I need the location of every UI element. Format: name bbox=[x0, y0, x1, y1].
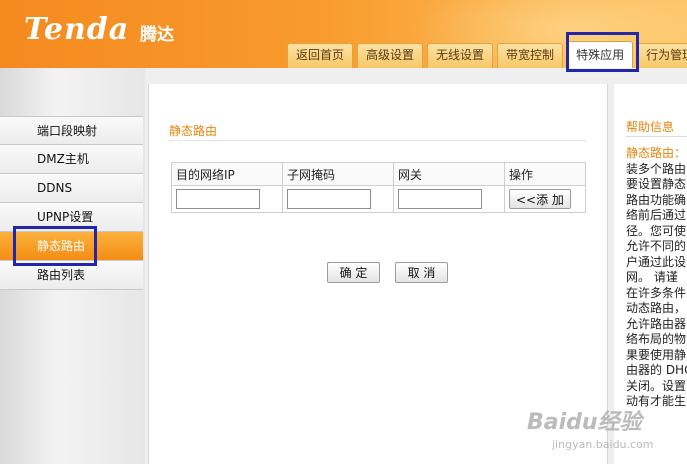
help-title: 帮助信息 bbox=[626, 120, 675, 134]
tab-home[interactable]: 返回首页 bbox=[287, 43, 354, 68]
form-actions: 确 定 取 消 bbox=[327, 262, 448, 283]
tab-wireless[interactable]: 无线设置 bbox=[427, 43, 494, 68]
help-line-10: 动态路由， bbox=[626, 301, 687, 315]
col-header-action: 操作 bbox=[504, 162, 586, 186]
help-line-11: 允许路由器 bbox=[626, 316, 687, 331]
help-line-5: 径。您可使 bbox=[626, 223, 687, 238]
help-line-6: 允许不同的 bbox=[626, 239, 687, 253]
page-title: 静态路由 bbox=[169, 124, 218, 138]
sidebar-highlight-box bbox=[13, 226, 97, 266]
help-line-14: 由器的 DHC bbox=[626, 363, 687, 377]
tenda-logo: Tenda bbox=[24, 12, 130, 47]
cancel-button[interactable]: 取 消 bbox=[395, 262, 448, 283]
sidebar-item-ddns[interactable]: DDNS bbox=[0, 174, 143, 203]
help-line-7: 户通过此设 bbox=[626, 254, 687, 269]
col-header-dest-ip: 目的网络IP bbox=[171, 162, 283, 186]
help-line-4: 络前后通过 bbox=[626, 208, 687, 222]
col-header-gateway: 网关 bbox=[393, 162, 505, 186]
help-line-2: 要设置静态 bbox=[626, 177, 687, 191]
add-route-button[interactable]: <<添 加 bbox=[509, 189, 571, 209]
tenda-logo-cn: 腾达 bbox=[140, 25, 174, 45]
help-line-3: 路由功能确 bbox=[626, 192, 687, 207]
title-divider bbox=[169, 140, 587, 141]
help-divider bbox=[626, 136, 687, 137]
col-header-subnet-mask: 子网掩码 bbox=[282, 162, 394, 186]
help-line-15: 关闭。设置 bbox=[626, 378, 687, 393]
tab-highlight-box bbox=[566, 32, 639, 72]
dest-ip-input[interactable] bbox=[176, 189, 260, 209]
sidebar-item-port-range[interactable]: 端口段映射 bbox=[0, 116, 143, 145]
help-label: 静态路由： bbox=[626, 146, 687, 160]
help-line-8: 网。 请谨 bbox=[626, 270, 678, 284]
tab-advanced[interactable]: 高级设置 bbox=[357, 43, 424, 68]
table-header-row: 目的网络IP 子网掩码 网关 操作 bbox=[171, 162, 586, 186]
static-route-table: 目的网络IP 子网掩码 网关 操作 <<添 加 bbox=[171, 162, 586, 213]
sidebar: 端口段映射 DMZ主机 DDNS UPNP设置 静态路由 路由列表 bbox=[0, 68, 145, 464]
tab-bandwidth[interactable]: 带宽控制 bbox=[497, 43, 564, 68]
gateway-input[interactable] bbox=[398, 189, 482, 209]
help-line-9: 在许多条件 bbox=[626, 285, 687, 300]
baidu-watermark-url: jingyan.baidu.com bbox=[552, 438, 654, 451]
help-line-1: 装多个路由 bbox=[626, 161, 687, 176]
sidebar-item-dmz[interactable]: DMZ主机 bbox=[0, 145, 143, 174]
table-row: <<添 加 bbox=[171, 185, 586, 213]
subnet-mask-input[interactable] bbox=[287, 189, 371, 209]
confirm-button[interactable]: 确 定 bbox=[327, 262, 380, 283]
help-line-13: 果要使用静 bbox=[626, 347, 687, 362]
tab-behavior[interactable]: 行为管理 bbox=[637, 43, 687, 68]
help-text: 静态路由： 装多个路由 要设置静态 路由功能确 络前后通过 径。您可使 允许不同… bbox=[626, 146, 687, 410]
help-line-12: 络布局的物 bbox=[626, 332, 687, 346]
baidu-watermark: Baidu经验 bbox=[527, 410, 642, 435]
